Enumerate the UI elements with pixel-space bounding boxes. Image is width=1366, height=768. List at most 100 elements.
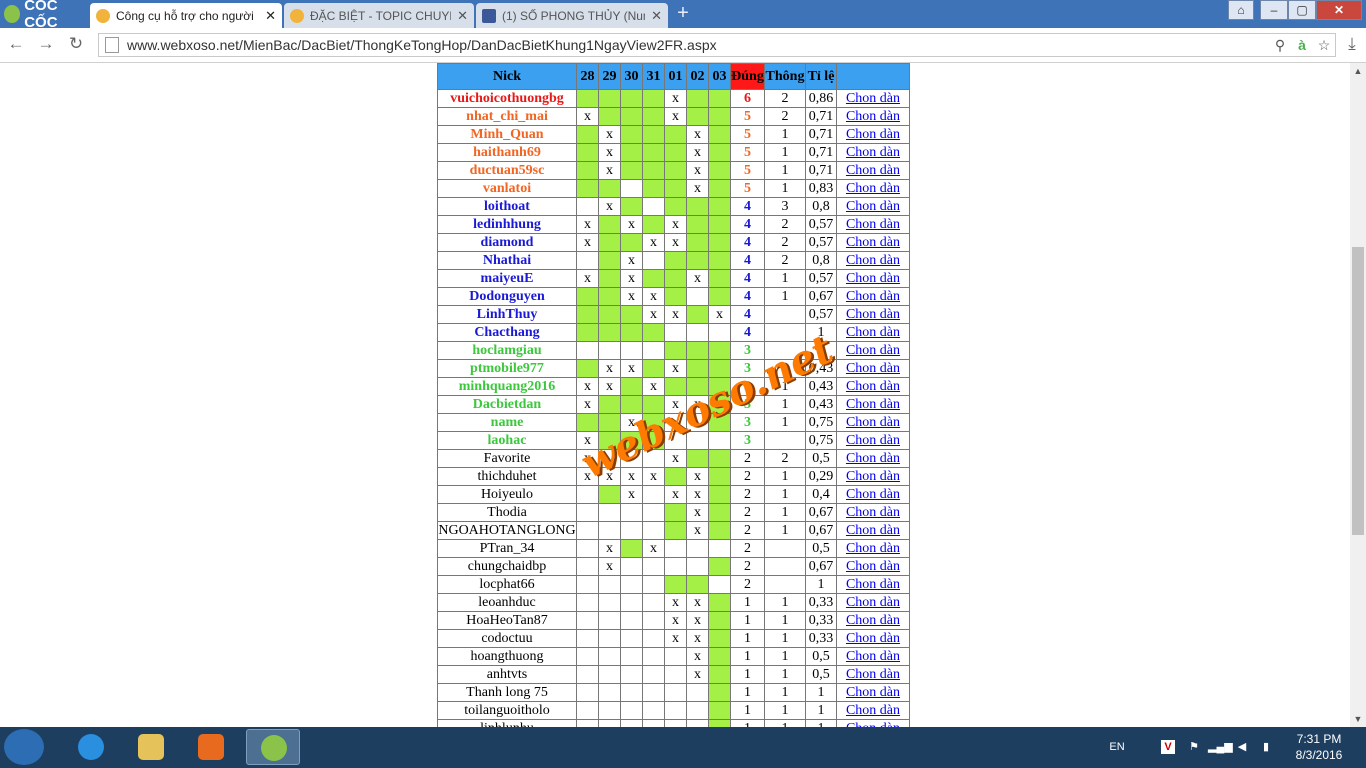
chon-dan-link[interactable]: Chon dàn <box>846 271 900 286</box>
tab-close-icon[interactable]: ✕ <box>651 8 662 24</box>
day-cell: x <box>686 665 709 684</box>
chon-dan-link[interactable]: Chon dàn <box>846 541 900 556</box>
battery-icon[interactable]: ▮ <box>1256 727 1276 768</box>
day-cell <box>642 413 665 432</box>
chon-dan-link[interactable]: Chon dàn <box>846 343 900 358</box>
day-cell <box>708 161 731 180</box>
chon-dan-link[interactable]: Chon dàn <box>846 505 900 520</box>
day-cell <box>708 287 731 306</box>
user-icon[interactable]: ⌂ <box>1228 0 1254 20</box>
chon-dan-link[interactable]: Chon dàn <box>846 91 900 106</box>
chon-dan-link[interactable]: Chon dàn <box>846 649 900 664</box>
tab-3[interactable]: (1) SỐ PHONG THỦY (Num ✕ <box>476 3 668 28</box>
day-cell: x <box>576 395 599 414</box>
chon-dan-link[interactable]: Chon dàn <box>846 577 900 592</box>
day-cell: x <box>664 593 687 612</box>
nick-cell: chungchaidbp <box>437 557 577 576</box>
nick-cell: vuichoicothuongbg <box>437 89 577 108</box>
chon-dan-link[interactable]: Chon dàn <box>846 613 900 628</box>
minimize-button[interactable]: – <box>1260 0 1288 20</box>
action-cell: Chon dàn <box>836 323 910 342</box>
chon-dan-link[interactable]: Chon dàn <box>846 595 900 610</box>
thong-cell <box>764 575 806 594</box>
flag-icon[interactable]: ⚑ <box>1184 727 1204 768</box>
back-icon[interactable]: ← <box>6 34 26 54</box>
day-cell <box>598 287 621 306</box>
browser-logo[interactable]: CỐC CỐC <box>0 0 88 31</box>
chon-dan-link[interactable]: Chon dàn <box>846 253 900 268</box>
chon-dan-link[interactable]: Chon dàn <box>846 235 900 250</box>
chon-dan-link[interactable]: Chon dàn <box>846 199 900 214</box>
chon-dan-link[interactable]: Chon dàn <box>846 523 900 538</box>
vertical-scrollbar[interactable]: ▲ ▼ <box>1350 63 1366 727</box>
chon-dan-link[interactable]: Chon dàn <box>846 109 900 124</box>
chon-dan-link[interactable]: Chon dàn <box>846 703 900 718</box>
chon-dan-link[interactable]: Chon dàn <box>846 469 900 484</box>
url-text[interactable]: www.webxoso.net/MienBac/DacBiet/ThongKeT… <box>127 37 1269 53</box>
chon-dan-link[interactable]: Chon dàn <box>846 289 900 304</box>
media-player-icon <box>198 734 224 760</box>
chon-dan-link[interactable]: Chon dàn <box>846 325 900 340</box>
thong-cell <box>764 323 806 342</box>
table-row: Chacthang 4 1 Chon dàn <box>437 323 910 342</box>
tile-cell: 1 <box>805 575 837 594</box>
address-bar[interactable]: www.webxoso.net/MienBac/DacBiet/ThongKeT… <box>98 33 1336 57</box>
chon-dan-link[interactable]: Chon dàn <box>846 685 900 700</box>
chon-dan-link[interactable]: Chon dàn <box>846 163 900 178</box>
thong-cell: 1 <box>764 647 806 666</box>
scroll-thumb[interactable] <box>1352 247 1364 535</box>
download-icon[interactable]: ⤓ <box>1342 34 1362 54</box>
new-tab-button[interactable]: + <box>672 3 694 24</box>
clock[interactable]: 7:31 PM 8/3/2016 <box>1280 731 1358 763</box>
chon-dan-link[interactable]: Chon dàn <box>846 397 900 412</box>
day-cell <box>598 449 621 468</box>
day-cell <box>576 629 599 648</box>
taskbar-media[interactable] <box>184 729 238 765</box>
chon-dan-link[interactable]: Chon dàn <box>846 451 900 466</box>
taskbar-coccoc[interactable] <box>246 729 300 765</box>
bookmark-star-icon[interactable]: ☆ <box>1313 37 1335 54</box>
dung-cell: 1 <box>730 683 765 702</box>
tab-2[interactable]: ĐẶC BIỆT - TOPIC CHUYÊN ✕ <box>284 3 474 28</box>
maximize-button[interactable]: ▢ <box>1288 0 1316 20</box>
forward-icon[interactable]: → <box>36 34 56 54</box>
chon-dan-link[interactable]: Chon dàn <box>846 127 900 142</box>
chon-dan-link[interactable]: Chon dàn <box>846 145 900 160</box>
day-cell <box>686 107 709 126</box>
antivirus-icon[interactable]: V <box>1158 727 1178 768</box>
day-cell: x <box>576 233 599 252</box>
chon-dan-link[interactable]: Chon dàn <box>846 181 900 196</box>
chon-dan-link[interactable]: Chon dàn <box>846 415 900 430</box>
chon-dan-link[interactable]: Chon dàn <box>846 559 900 574</box>
close-window-button[interactable]: ✕ <box>1316 0 1362 20</box>
day-cell <box>576 359 599 378</box>
day-cell <box>642 449 665 468</box>
translate-icon[interactable]: à <box>1291 37 1313 53</box>
dung-cell: 1 <box>730 593 765 612</box>
scroll-down-icon[interactable]: ▼ <box>1350 711 1366 727</box>
day-cell: x <box>620 485 643 504</box>
volume-icon[interactable]: ◀ <box>1232 727 1252 768</box>
tab-close-icon[interactable]: ✕ <box>457 8 468 24</box>
tab-close-icon[interactable]: ✕ <box>265 8 276 24</box>
scroll-up-icon[interactable]: ▲ <box>1350 63 1366 79</box>
chon-dan-link[interactable]: Chon dàn <box>846 217 900 232</box>
day-cell <box>686 215 709 234</box>
taskbar-explorer[interactable] <box>124 729 178 765</box>
chon-dan-link[interactable]: Chon dàn <box>846 487 900 502</box>
table-row: NGOAHOTANGLONG x 2 1 0,67 Chon dàn <box>437 521 910 540</box>
taskbar-ie[interactable] <box>64 729 118 765</box>
day-cell <box>664 377 687 396</box>
chon-dan-link[interactable]: Chon dàn <box>846 433 900 448</box>
chon-dan-link[interactable]: Chon dàn <box>846 361 900 376</box>
zoom-icon[interactable]: ⚲ <box>1269 37 1291 54</box>
chon-dan-link[interactable]: Chon dàn <box>846 667 900 682</box>
signal-icon[interactable]: ▂▄▆ <box>1208 727 1233 768</box>
tab-1[interactable]: Công cụ hỗ trợ cho người ✕ <box>90 3 282 28</box>
language-indicator[interactable]: EN <box>1104 727 1130 768</box>
start-button[interactable] <box>4 729 44 765</box>
reload-icon[interactable]: ↻ <box>66 34 86 54</box>
chon-dan-link[interactable]: Chon dàn <box>846 631 900 646</box>
chon-dan-link[interactable]: Chon dàn <box>846 307 900 322</box>
chon-dan-link[interactable]: Chon dàn <box>846 379 900 394</box>
